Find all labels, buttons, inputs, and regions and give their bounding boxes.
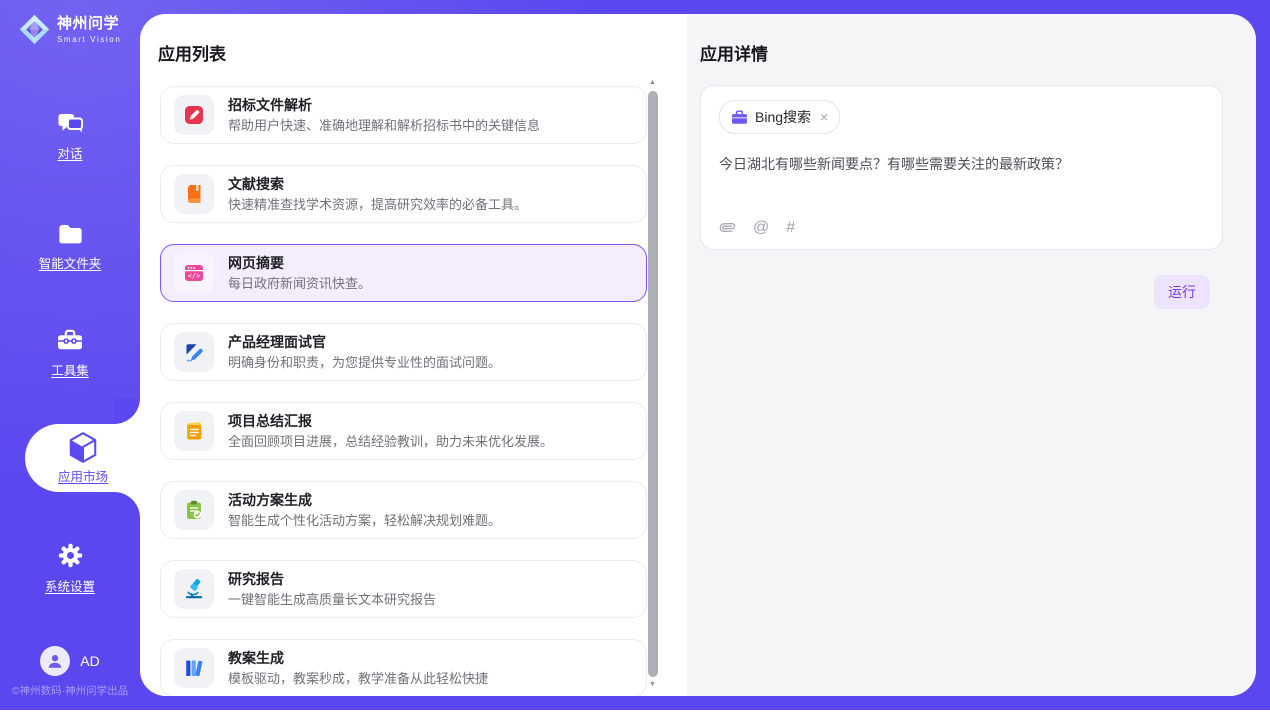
gear-icon (57, 542, 84, 569)
app-card[interactable]: 产品经理面试官明确身份和职责，为您提供专业性的面试问题。 (160, 323, 647, 381)
interview-icon (183, 341, 205, 363)
app-frame: 神州问学 Smart Vision 对话智能文件夹工具集应用市场系统设置 AD … (0, 0, 1270, 710)
run-row: 运行 (700, 275, 1223, 309)
app-card-description: 一键智能生成高质量长文本研究报告 (228, 591, 436, 609)
app-icon-tile (174, 95, 214, 135)
prompt-toolbar: @# (719, 219, 795, 236)
app-icon-tile (174, 174, 214, 214)
folder-icon (57, 222, 84, 246)
app-detail-panel: 应用详情 Bing搜索 × 今日湖北有哪些新闻要点？有哪些需要关注的最新政策？ … (687, 14, 1256, 696)
tool-chip-bing-search[interactable]: Bing搜索 × (719, 100, 840, 134)
clipboard-check-icon (183, 499, 205, 521)
app-card-description: 每日政府新闻资讯快查。 (228, 275, 371, 293)
book-icon (183, 183, 205, 205)
app-icon-tile (174, 411, 214, 451)
app-card[interactable]: </> 网页摘要每日政府新闻资讯快查。 (160, 244, 647, 302)
app-card-title: 招标文件解析 (228, 96, 540, 115)
chat-icon (57, 112, 84, 136)
app-list-panel: 应用列表 招标文件解析帮助用户快速、准确地理解和解析招标书中的关键信息文献搜索快… (140, 14, 687, 696)
notes-icon (183, 420, 205, 442)
app-card-description: 模板驱动，教案秒成，教学准备从此轻松快捷 (228, 670, 488, 688)
diamond-logo-icon (18, 13, 51, 46)
app-icon-tile: </> (174, 253, 214, 293)
app-card-title: 研究报告 (228, 570, 436, 589)
app-card[interactable]: 文献搜索快速精准查找学术资源，提高研究效率的必备工具。 (160, 165, 647, 223)
app-card-description: 快速精准查找学术资源，提高研究效率的必备工具。 (228, 196, 527, 214)
app-icon-tile (174, 569, 214, 609)
app-logo: 神州问学 Smart Vision (18, 13, 121, 46)
app-icon-tile (174, 332, 214, 372)
sidebar-item-chat[interactable]: 对话 (0, 112, 140, 162)
tool-chip-label: Bing搜索 (755, 107, 811, 127)
app-icon-tile (174, 490, 214, 530)
app-card[interactable]: 项目总结汇报全面回顾项目进展，总结经验教训，助力未来优化发展。 (160, 402, 647, 460)
app-card-title: 项目总结汇报 (228, 412, 553, 431)
paperclip-icon[interactable] (719, 219, 736, 236)
copyright-footer: ©神州数码·神州问学出品 (0, 683, 140, 698)
cube-icon (68, 431, 98, 464)
brand-name: 神州问学 (57, 15, 121, 32)
briefcase-icon (731, 110, 748, 125)
app-card-description: 智能生成个性化活动方案，轻松解决规划难题。 (228, 512, 501, 530)
prompt-input[interactable]: 今日湖北有哪些新闻要点？有哪些需要关注的最新政策？ (719, 154, 1204, 175)
app-list-title: 应用列表 (158, 40, 226, 65)
close-icon[interactable]: × (820, 109, 828, 125)
svg-text:</>: </> (188, 272, 201, 280)
toolbox-icon (56, 328, 84, 353)
sidebar-item-label: 智能文件夹 (39, 253, 102, 272)
sidebar-item-label: 系统设置 (45, 576, 95, 595)
browser-code-icon: </> (183, 262, 205, 284)
hash-icon[interactable]: # (786, 219, 795, 236)
app-card-list: 招标文件解析帮助用户快速、准确地理解和解析招标书中的关键信息文献搜索快速精准查找… (160, 86, 647, 696)
app-card-title: 产品经理面试官 (228, 333, 501, 352)
app-card-title: 网页摘要 (228, 254, 371, 273)
microscope-icon (183, 578, 205, 600)
scrollbar-thumb[interactable] (648, 91, 658, 677)
app-window: 神州问学 Smart Vision 对话智能文件夹工具集应用市场系统设置 AD … (0, 0, 1270, 714)
avatar[interactable] (40, 646, 70, 676)
edit-icon (183, 104, 205, 126)
app-detail-title: 应用详情 (700, 40, 1223, 65)
sidebar-item-label: 工具集 (51, 360, 89, 379)
sidebar-item-toolset[interactable]: 工具集 (0, 328, 140, 379)
sidebar-item-label: 对话 (57, 143, 82, 162)
user-account: AD (0, 646, 140, 676)
sidebar-item-smart-folders[interactable]: 智能文件夹 (0, 222, 140, 272)
content-panel: 应用列表 招标文件解析帮助用户快速、准确地理解和解析招标书中的关键信息文献搜索快… (140, 14, 1256, 696)
sidebar: 神州问学 Smart Vision 对话智能文件夹工具集应用市场系统设置 AD … (0, 0, 140, 710)
app-card-description: 全面回顾项目进展，总结经验教训，助力未来优化发展。 (228, 433, 553, 451)
active-tab-notch-top (114, 398, 140, 424)
scroll-down-icon[interactable]: ▼ (649, 680, 656, 690)
app-card-title: 教案生成 (228, 649, 488, 668)
active-tab-notch-bottom (114, 492, 140, 518)
app-card-title: 文献搜索 (228, 175, 527, 194)
run-button[interactable]: 运行 (1154, 275, 1210, 309)
app-card[interactable]: 研究报告一键智能生成高质量长文本研究报告 (160, 560, 647, 618)
at-icon[interactable]: @ (753, 219, 769, 236)
app-card-title: 活动方案生成 (228, 491, 501, 510)
books-icon (183, 657, 205, 679)
user-icon (46, 652, 64, 670)
prompt-card: Bing搜索 × 今日湖北有哪些新闻要点？有哪些需要关注的最新政策？ @# (700, 85, 1223, 250)
app-card-description: 帮助用户快速、准确地理解和解析招标书中的关键信息 (228, 117, 540, 135)
app-card-description: 明确身份和职责，为您提供专业性的面试问题。 (228, 354, 501, 372)
user-initials: AD (80, 653, 99, 669)
scrollbar[interactable]: ▲ ▼ (647, 78, 658, 690)
sidebar-item-system-settings[interactable]: 系统设置 (0, 542, 140, 595)
app-card[interactable]: 教案生成模板驱动，教案秒成，教学准备从此轻松快捷 (160, 639, 647, 696)
app-card[interactable]: 招标文件解析帮助用户快速、准确地理解和解析招标书中的关键信息 (160, 86, 647, 144)
app-icon-tile (174, 648, 214, 688)
brand-subtitle: Smart Vision (57, 35, 121, 44)
scroll-up-icon[interactable]: ▲ (649, 78, 656, 88)
sidebar-item-label: 应用市场 (58, 466, 108, 485)
app-card[interactable]: 活动方案生成智能生成个性化活动方案，轻松解决规划难题。 (160, 481, 647, 539)
sidebar-item-app-market[interactable]: 应用市场 (25, 424, 141, 492)
